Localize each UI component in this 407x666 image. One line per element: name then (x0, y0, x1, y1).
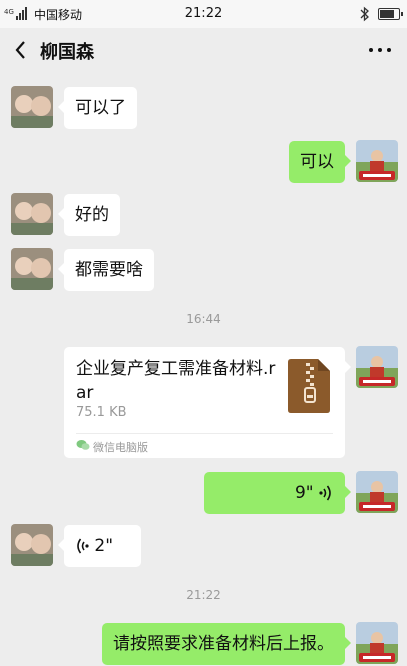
message-bubble-incoming[interactable]: 好的 (58, 194, 120, 236)
contact-avatar[interactable] (11, 248, 53, 290)
file-card-divider (76, 433, 333, 434)
message-timestamp: 21:22 (186, 588, 221, 602)
file-source-label: 微信电脑版 (93, 441, 148, 454)
contact-avatar[interactable] (11, 193, 53, 235)
more-options-icon[interactable] (368, 46, 392, 54)
my-avatar[interactable] (356, 471, 398, 513)
voice-message-outgoing[interactable]: 9" (204, 472, 351, 514)
voice-duration: 9" (294, 483, 314, 503)
file-message-card[interactable]: 企业复产复工需准备材料.rar 75.1 KB 微信电脑版 (64, 347, 351, 458)
file-name: 企业复产复工需准备材料.rar (76, 359, 276, 403)
message-bubble-outgoing[interactable]: 可以 (289, 141, 351, 183)
message-bubble-incoming[interactable]: 可以了 (58, 87, 137, 129)
contact-avatar[interactable] (11, 86, 53, 128)
voice-message-incoming[interactable]: 2" (58, 525, 141, 567)
voice-wave-icon (77, 538, 89, 554)
message-bubble-incoming[interactable]: 都需要啥 (58, 249, 154, 291)
message-timestamp: 16:44 (186, 312, 221, 326)
chat-title: 柳国森 (40, 42, 94, 63)
contact-avatar[interactable] (11, 524, 53, 566)
status-bar: 4G 中国移动 21:22 (0, 0, 407, 28)
battery-icon (378, 8, 403, 20)
back-arrow-icon[interactable] (12, 38, 32, 62)
wechat-icon (76, 440, 90, 450)
file-size: 75.1 KB (76, 405, 127, 420)
voice-wave-icon (319, 485, 331, 501)
message-bubble-outgoing[interactable]: 请按照要求准备材料后上报。 (102, 623, 351, 665)
chat-header: 柳国森 (0, 28, 407, 72)
voice-duration: 2" (94, 536, 114, 556)
status-time: 21:22 (184, 6, 223, 21)
my-avatar[interactable] (356, 140, 398, 182)
my-avatar[interactable] (356, 622, 398, 664)
my-avatar[interactable] (356, 346, 398, 388)
bluetooth-icon (360, 6, 369, 22)
zip-file-icon (288, 359, 330, 413)
